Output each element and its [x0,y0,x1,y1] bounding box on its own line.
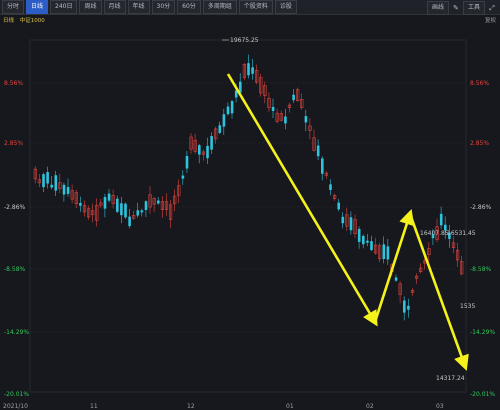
candle-body [198,145,201,155]
candle-body [181,175,185,179]
x-tick: 02 [366,403,374,410]
candle-body [316,145,320,157]
candle-body [124,203,127,218]
candle-body [407,305,410,310]
candle-body [218,125,222,133]
y-axis-right: 8.56% 2.85% -2.86% -8.58% -14.29% -20.01… [470,80,495,398]
period-tag: 日线 [3,18,15,24]
tab-240day[interactable]: 240日 [50,0,78,14]
tab-stock-info[interactable]: 个股资料 [238,0,273,14]
tab-intraday[interactable]: 分时 [2,0,25,14]
x-axis: 2021/10 11 12 01 02 03 [3,403,444,410]
x-tick: 01 [286,403,294,410]
candle-body [349,217,353,231]
x-tick: 12 [187,403,195,410]
y-left-tick: -14.29% [4,329,29,336]
tab-60min[interactable]: 60分 [177,0,201,14]
high-label: 19675.25 [230,37,259,44]
y-right-tick: 2.85% [470,140,489,147]
candle-body [144,201,148,210]
adjust-label[interactable]: 复权 [485,16,496,24]
candle-body [292,94,295,101]
chart-subbar: 日线 中证1000 复权 [0,15,500,25]
candle-body [362,235,365,245]
candle-body [50,184,53,188]
local-high-label-2: 16531.45 [447,230,476,237]
candle-body [54,175,58,191]
candle-body [329,184,332,190]
candle-body [341,216,345,224]
index-name: 中证1000 [19,18,45,24]
candle-body [120,203,123,216]
candle-body [366,240,369,243]
tab-yearly[interactable]: 年线 [127,0,150,14]
fullscreen-icon[interactable]: ⤢ [488,4,496,12]
candle-body [394,277,398,281]
candle-body [157,200,160,204]
y-left-tick: -2.86% [4,204,26,211]
y-right-tick: -14.29% [470,329,495,336]
candle-body [284,116,287,124]
candle-body [304,116,308,123]
candle-body [107,193,111,201]
candle-body [79,203,82,206]
candle-body [403,300,406,313]
chart-toolbar: 分时 日线 240日 周线 月线 年线 30分 60分 多周期组 个股资料 诊股… [0,0,500,15]
candle-body [226,106,230,115]
candle-body [42,174,45,188]
candle-body [247,63,250,76]
local-high-label: 16407.85 [420,230,449,237]
candle-body [140,210,144,213]
candle-body [185,155,189,169]
candle-body [62,184,66,195]
candle-body [370,241,373,251]
candle-body [321,158,324,174]
pencil-icon[interactable]: ✎ [452,4,460,12]
y-left-tick: -20.01% [4,391,29,398]
tab-weekly[interactable]: 周线 [79,0,102,14]
candle-body [357,228,361,242]
tab-diagnosis[interactable]: 诊股 [274,0,297,14]
candle-body [206,145,209,159]
y-left-tick: -8.58% [4,266,26,273]
x-tick: 2021/10 [3,403,28,410]
candle-body [230,101,234,114]
candle-body [386,246,390,260]
candle-body [439,213,443,226]
low-label: 14317.24 [436,375,465,382]
x-tick: 11 [90,403,98,410]
candle-body [271,106,275,111]
tools-button[interactable]: 工具 [462,1,485,15]
candle-body [222,114,226,127]
tab-30min[interactable]: 30分 [151,0,176,14]
candle-body [382,244,386,260]
tab-monthly[interactable]: 月线 [103,0,126,14]
y-right-tick: -2.86% [470,204,492,211]
candle-body [251,67,254,74]
candle-body [116,198,119,212]
y-left-tick: 2.85% [4,140,23,147]
candle-body [337,202,340,210]
y-axis-left: 8.56% 2.85% -2.86% -8.58% -14.29% -20.01… [4,80,29,398]
tab-daily[interactable]: 日线 [26,0,49,14]
price-label: 1535 [460,303,475,310]
candle-body [103,197,107,209]
candlestick-chart: 8.56% 2.85% -2.86% -8.58% -14.29% -20.01… [3,37,495,410]
candle-body [128,216,131,227]
y-right-tick: -20.01% [470,391,495,398]
candle-body [66,187,70,194]
candle-body [136,210,140,216]
y-right-tick: 8.56% [470,80,489,87]
tab-multi-period[interactable]: 多周期组 [202,0,237,14]
x-tick: 03 [436,403,444,410]
y-left-tick: 8.56% [4,80,23,87]
y-right-tick: -8.58% [470,266,492,273]
draw-line-button[interactable]: 画线 [426,1,449,15]
candle-body [210,136,213,150]
candle-body [46,172,49,184]
